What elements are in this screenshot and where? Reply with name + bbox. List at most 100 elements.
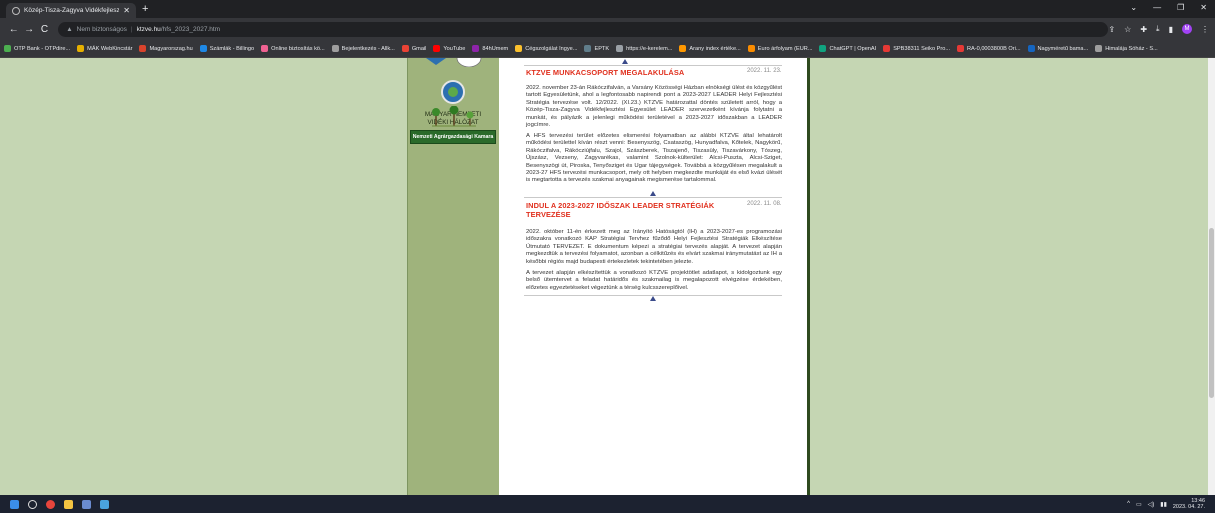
volume-icon[interactable]: ◁) [1148, 501, 1155, 508]
warning-icon[interactable]: ▲ [66, 26, 72, 33]
page-scrollbar[interactable] [1208, 58, 1215, 495]
extensions-icon[interactable]: ✚ [1140, 25, 1147, 34]
bookmark-item[interactable]: Magyarorszag.hu [139, 45, 193, 52]
forward-icon[interactable]: → [21, 24, 36, 35]
tab-strip: Közép-Tisza-Zagyva Vidékfejlesz ✕ + ⌄ — … [0, 0, 1215, 18]
bookmark-label: https://e-kerelem... [626, 45, 673, 52]
bookmark-item[interactable]: Online biztosítás kö... [261, 45, 325, 52]
tab-title: Közép-Tisza-Zagyva Vidékfejlesz [24, 7, 120, 14]
bookmark-label: OTP Bank - OTPdire... [14, 45, 71, 52]
article-date: 2022. 11. 08. [747, 201, 782, 207]
bookmark-item[interactable]: Arany index értéke... [679, 45, 741, 52]
bookmark-label: Gmail [411, 45, 427, 52]
bookmark-favicon-icon [1027, 45, 1035, 52]
bookmark-label: EPTK [594, 45, 610, 52]
close-tab-icon[interactable]: ✕ [123, 6, 130, 15]
url-path: /hfs_2023_2027.htm [160, 25, 221, 33]
bookmark-item[interactable]: Nagyméretű bama... [1027, 45, 1088, 52]
app-icon[interactable] [82, 499, 91, 509]
article-title: INDUL A 2023-2027 IDŐSZAK LEADER STRATÉG… [526, 201, 715, 219]
mnvh-emblem-icon[interactable] [441, 80, 465, 104]
bookmark-item[interactable]: SPB38311 Seiko Pro... [883, 45, 950, 52]
bookmark-item[interactable]: RA-0,0003800B Ori... [957, 45, 1021, 52]
bookmark-item[interactable]: EPTK [584, 45, 609, 52]
bookmark-label: Euro árfolyam (EUR... [757, 45, 813, 52]
article-paragraph: A tervezet alapján elkészítettük a vonat… [526, 270, 782, 291]
back-to-top-icon[interactable] [650, 191, 656, 196]
address-bar[interactable]: ▲ Nem biztonságos | ktzve.hu /hfs_2023_2… [58, 21, 1109, 37]
browser-chrome: Közép-Tisza-Zagyva Vidékfejlesz ✕ + ⌄ — … [0, 0, 1215, 58]
bookmark-item[interactable]: ChatGPT | OpenAI [819, 45, 876, 52]
bookmarks-bar: OTP Bank - OTPdire... MÁK WebKincstár Magy… [0, 40, 1215, 58]
tab-search-icon[interactable]: ⌄ [1130, 3, 1137, 12]
browser-tab[interactable]: Közép-Tisza-Zagyva Vidékfejlesz ✕ [6, 3, 136, 18]
bookmark-item[interactable]: Euro árfolyam (EUR... [747, 45, 813, 52]
menu-icon[interactable]: ⋮ [1201, 25, 1209, 34]
bookmark-label: Himalája Sóház - S... [1105, 45, 1158, 52]
bookmark-favicon-icon [261, 45, 269, 52]
nak-logo[interactable]: Nemzeti Agrárgazdasági Kamara [410, 130, 496, 144]
article-paragraph: 2022. október 11-én érkezett meg az Irán… [526, 229, 782, 265]
bookmark-favicon-icon [515, 45, 523, 52]
clock[interactable]: 13:46 2023. 04. 27. [1173, 498, 1205, 511]
bookmark-item[interactable]: Himalája Sóház - S... [1095, 45, 1158, 52]
maximize-icon[interactable]: ❐ [1177, 3, 1184, 12]
bookmark-item[interactable]: YouTube [433, 45, 465, 52]
article-paragraph: 2022. november 23-án Rákóczifalván, a Va… [526, 85, 782, 129]
chevron-up-icon[interactable]: ^ [1127, 501, 1130, 507]
article-paragraph: A HFS tervezési terület előzetes elismer… [526, 133, 782, 184]
chrome-icon[interactable] [46, 499, 55, 509]
bookmark-favicon-icon [616, 45, 624, 52]
bookmark-favicon-icon [679, 45, 687, 52]
sidepanel-icon[interactable]: ▮ [1169, 25, 1173, 34]
back-to-top-icon[interactable] [650, 296, 656, 301]
bookmark-label: Online biztosítás kö... [271, 45, 325, 52]
close-window-icon[interactable]: ✕ [1200, 3, 1207, 12]
scrollbar-thumb[interactable] [1209, 228, 1214, 398]
minimize-icon[interactable]: — [1153, 3, 1161, 12]
file-explorer-icon[interactable] [64, 499, 73, 509]
security-label: Nem biztonságos [76, 25, 127, 33]
bookmark-favicon-icon [199, 45, 207, 52]
star-icon[interactable]: ☆ [1124, 25, 1131, 34]
back-to-top-icon[interactable] [622, 59, 628, 64]
bookmark-item[interactable]: Számlák - Billingo [199, 45, 254, 52]
toolbar-icons: ⇪ ☆ ✚ ⤓ ▮ M ⋮ [1108, 24, 1209, 34]
store-icon[interactable] [100, 499, 109, 509]
network-icon[interactable]: ▮▮ [1160, 501, 1167, 508]
trees-icon [432, 106, 476, 127]
window-controls: ⌄ — ❐ ✕ [1130, 3, 1207, 12]
back-icon[interactable]: ← [6, 24, 21, 35]
partner-logo-top-right[interactable] [456, 58, 482, 67]
bookmark-favicon-icon [77, 45, 85, 52]
bookmark-label: MÁK WebKincstár [87, 45, 133, 52]
article-title: KTZVE MUNKACSOPORT MEGALAKULÁSA [526, 68, 685, 77]
globe-icon [12, 6, 20, 15]
monitor-icon[interactable]: ▭ [1136, 501, 1142, 508]
new-tab-button[interactable]: + [142, 3, 148, 15]
divider [524, 197, 782, 198]
bookmark-item[interactable]: Gmail [401, 45, 427, 52]
windows-start-icon[interactable] [10, 499, 19, 509]
download-icon[interactable]: ⤓ [1156, 24, 1160, 34]
bookmark-favicon-icon [472, 45, 480, 52]
share-icon[interactable]: ⇪ [1108, 25, 1115, 34]
partner-logo-top-left[interactable] [424, 58, 448, 66]
article-date: 2022. 11. 23. [747, 68, 782, 74]
bookmark-label: YouTube [443, 45, 466, 52]
bookmark-item[interactable]: https://e-kerelem... [616, 45, 672, 52]
bookmark-label: Bejelentkezés - Allk... [341, 45, 395, 52]
reload-icon[interactable]: C [37, 24, 52, 35]
browser-toolbar: ← → C ▲ Nem biztonságos | ktzve.hu /hfs_… [0, 18, 1215, 40]
bookmark-label: 84hUmem [482, 45, 509, 52]
clock-date: 2023. 04. 27. [1172, 504, 1205, 510]
divider [524, 65, 782, 66]
bookmark-item[interactable]: 84hUmem [472, 45, 508, 52]
url-host: ktzve.hu [136, 25, 161, 33]
bookmark-item[interactable]: MÁK WebKincstár [77, 45, 132, 52]
search-icon[interactable] [28, 499, 37, 509]
bookmark-item[interactable]: Bejelentkezés - Allk... [331, 45, 395, 52]
profile-avatar[interactable]: M [1182, 24, 1192, 34]
bookmark-item[interactable]: OTP Bank - OTPdire... [4, 45, 70, 52]
bookmark-item[interactable]: Cégszolgálat Ingye... [515, 45, 577, 52]
